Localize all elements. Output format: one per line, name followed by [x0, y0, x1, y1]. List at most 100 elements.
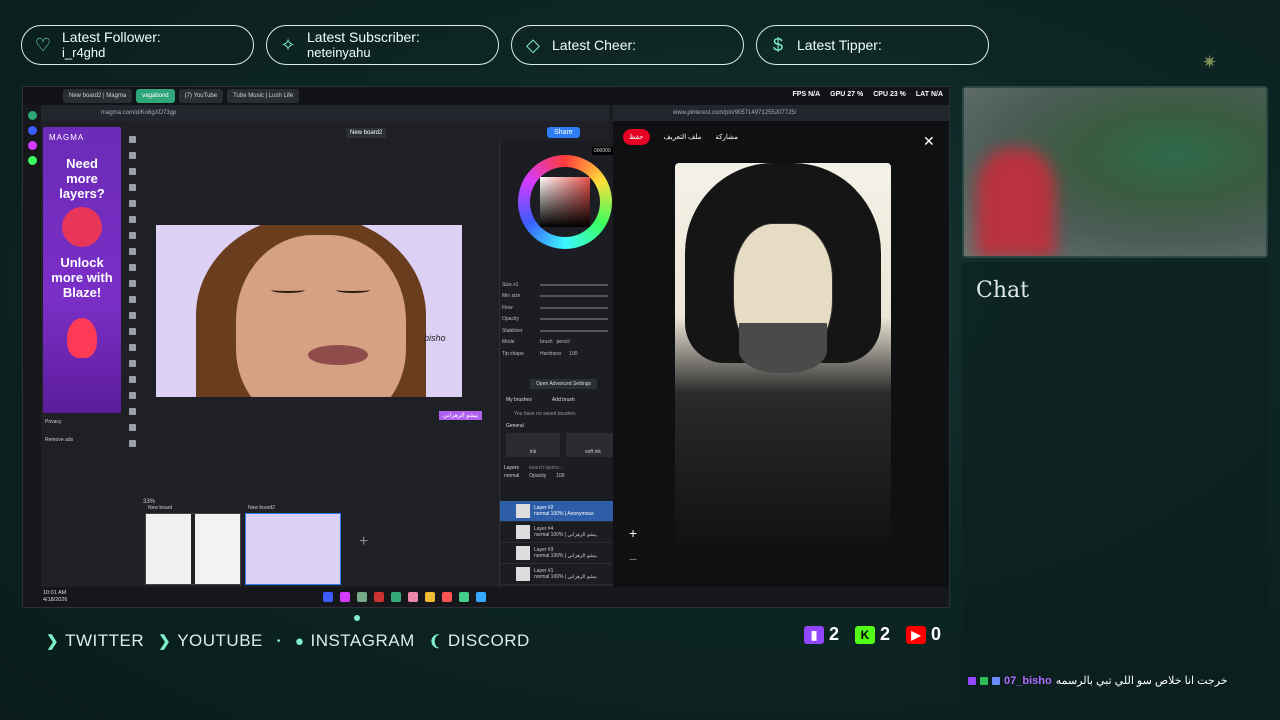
social-youtube: ❯ YOUTUBE [158, 631, 263, 651]
min-size-slider[interactable] [540, 295, 608, 298]
more-tools-icon[interactable] [128, 440, 136, 447]
reference-artwork[interactable] [675, 163, 891, 547]
hand-tool-icon[interactable] [128, 376, 136, 383]
layer-row[interactable]: Layer #2 normal 100% | Anonymous [500, 501, 626, 522]
brush-tool-icon[interactable] [128, 216, 136, 223]
bucket-tool-icon[interactable] [128, 280, 136, 287]
sidebar-app-icon[interactable] [27, 126, 37, 135]
share-button[interactable]: Share [547, 127, 580, 138]
color-hex[interactable]: 000000 [592, 147, 613, 155]
board-thumb[interactable]: New board [145, 505, 241, 585]
shape-tool-icon[interactable] [128, 360, 136, 367]
pinterest-pane: حفظ ملف التعريف مشاركة ✕ + − [613, 121, 949, 587]
layer-row[interactable]: Layer #1 normal 100% | بيشو الزهراني [500, 564, 626, 585]
brush-preset-ink[interactable]: ink [506, 433, 560, 457]
layers-title: Layers [504, 465, 520, 471]
magma-app: MAGMA Need more layers? Unlock more with… [41, 121, 626, 587]
mode-pencil[interactable]: pencil [557, 339, 570, 345]
add-brush-button[interactable]: Add brush [552, 397, 575, 403]
crop-tool-icon[interactable] [128, 200, 136, 207]
zoom-tool-icon[interactable] [128, 408, 136, 415]
zoom-in-button[interactable]: + [629, 525, 637, 541]
remove-ads-button[interactable]: Remove ads [45, 437, 73, 443]
flow-slider[interactable] [540, 306, 608, 309]
taskbar-clock[interactable]: 10:01 AM 4/18/2026 [43, 590, 67, 604]
flame-icon [67, 318, 97, 358]
url-bar-left[interactable]: magma.com/d/Ko6gXD73gp [41, 105, 609, 121]
lasso-tool-icon[interactable] [128, 168, 136, 175]
ellipse-tool-icon[interactable] [128, 344, 136, 351]
rotate-tool-icon[interactable] [128, 392, 136, 399]
tab-youtube-music[interactable]: Tube Music | Lush Life [227, 89, 300, 103]
folder-icon[interactable] [425, 592, 435, 602]
profile-button[interactable]: ملف التعريف [664, 133, 702, 141]
rect-tool-icon[interactable] [128, 328, 136, 335]
diamond-icon: ◇ [526, 34, 540, 55]
app-icon[interactable] [357, 592, 367, 602]
brush-preset-soft-ink[interactable]: soft ink [566, 433, 620, 457]
layers-list: Layer #2 normal 100% | Anonymous Layer #4… [500, 501, 626, 585]
layer-row[interactable]: Layer #3 normal 100% | بيشو الزهراني [500, 543, 626, 564]
gradient-tool-icon[interactable] [128, 296, 136, 303]
select-tool-icon[interactable] [128, 152, 136, 159]
layers-search-input[interactable]: search layers... [529, 465, 563, 471]
add-board-button[interactable]: + [359, 533, 368, 551]
clock-time: 10:01 AM [43, 590, 67, 596]
advanced-settings-button[interactable]: Open Advanced Settings [530, 379, 598, 389]
sparkle-icon: ✷ [1202, 52, 1218, 72]
mode-brush[interactable]: brush [540, 339, 553, 345]
app-icon[interactable] [323, 592, 333, 602]
social-label: INSTAGRAM [310, 631, 415, 650]
app-icon[interactable] [340, 592, 350, 602]
stabilizer-slider[interactable] [540, 329, 608, 332]
chrome-icon[interactable] [459, 592, 469, 602]
layer-row[interactable]: Layer #4 normal 100% | بيشو الزهراني [500, 522, 626, 543]
eraser-tool-icon[interactable] [128, 248, 136, 255]
pencil-tool-icon[interactable] [128, 232, 136, 239]
chat-username[interactable]: 07_bisho [1004, 675, 1052, 687]
zoom-out-button[interactable]: − [629, 551, 637, 567]
share-button[interactable]: مشاركة [715, 133, 738, 141]
transform-tool-icon[interactable] [128, 184, 136, 191]
tab-vagabond[interactable]: vagabond [136, 89, 175, 103]
social-instagram: ● INSTAGRAM [295, 631, 415, 651]
privacy-label: Privacy [45, 419, 62, 425]
color-square[interactable] [540, 177, 590, 227]
canvas-lips [308, 345, 368, 365]
opacity-slider[interactable] [540, 318, 608, 321]
text-tool-icon[interactable] [128, 312, 136, 319]
smudge-tool-icon[interactable] [128, 264, 136, 271]
board-name[interactable]: New board2 [346, 128, 387, 138]
no-brushes-text: You have no saved brushes [514, 411, 576, 417]
layer-thumb [516, 567, 530, 581]
color-wheel[interactable] [518, 155, 612, 249]
app-icon[interactable] [374, 592, 384, 602]
fps-stat: FPS N/A [792, 91, 821, 98]
privacy-link[interactable]: Privacy Remove ads [45, 419, 73, 443]
latest-subscriber-pill: ✧ Latest Subscriber: neteinyahu [266, 25, 499, 65]
tab-magma[interactable]: New board2 | Magma [63, 89, 133, 103]
brush-panel: 000000 Size x145 Min size0 Flow100 Opaci… [499, 141, 626, 587]
sidebar-app-icon[interactable] [27, 156, 37, 165]
size-slider[interactable] [540, 283, 608, 286]
youtube-counter: ▶ 0 [906, 624, 941, 645]
blend-mode-select[interactable]: normal [504, 473, 519, 479]
ad-headline: Need more layers? [59, 156, 105, 201]
drawing-canvas[interactable]: bisho [156, 225, 462, 397]
comment-tool-icon[interactable] [128, 424, 136, 431]
app-icon[interactable] [442, 592, 452, 602]
close-icon[interactable]: ✕ [923, 133, 935, 150]
app-icon[interactable] [391, 592, 401, 602]
tab-youtube[interactable]: (7) YouTube [178, 89, 224, 103]
pointer-tool-icon[interactable] [128, 136, 136, 143]
board-thumb[interactable]: New board2 [245, 505, 341, 585]
sidebar-app-icon[interactable] [27, 141, 37, 150]
app-icon[interactable] [408, 592, 418, 602]
url-bar-right[interactable]: www.pinterest.com/pin/905714971255207725… [613, 105, 949, 121]
general-section[interactable]: General [506, 423, 524, 429]
ad-banner[interactable]: MAGMA Need more layers? Unlock more with… [43, 127, 121, 413]
layer-thumb [516, 504, 530, 518]
sidebar-app-icon[interactable] [27, 111, 37, 120]
app-icon[interactable] [476, 592, 486, 602]
save-button[interactable]: حفظ [623, 129, 650, 145]
